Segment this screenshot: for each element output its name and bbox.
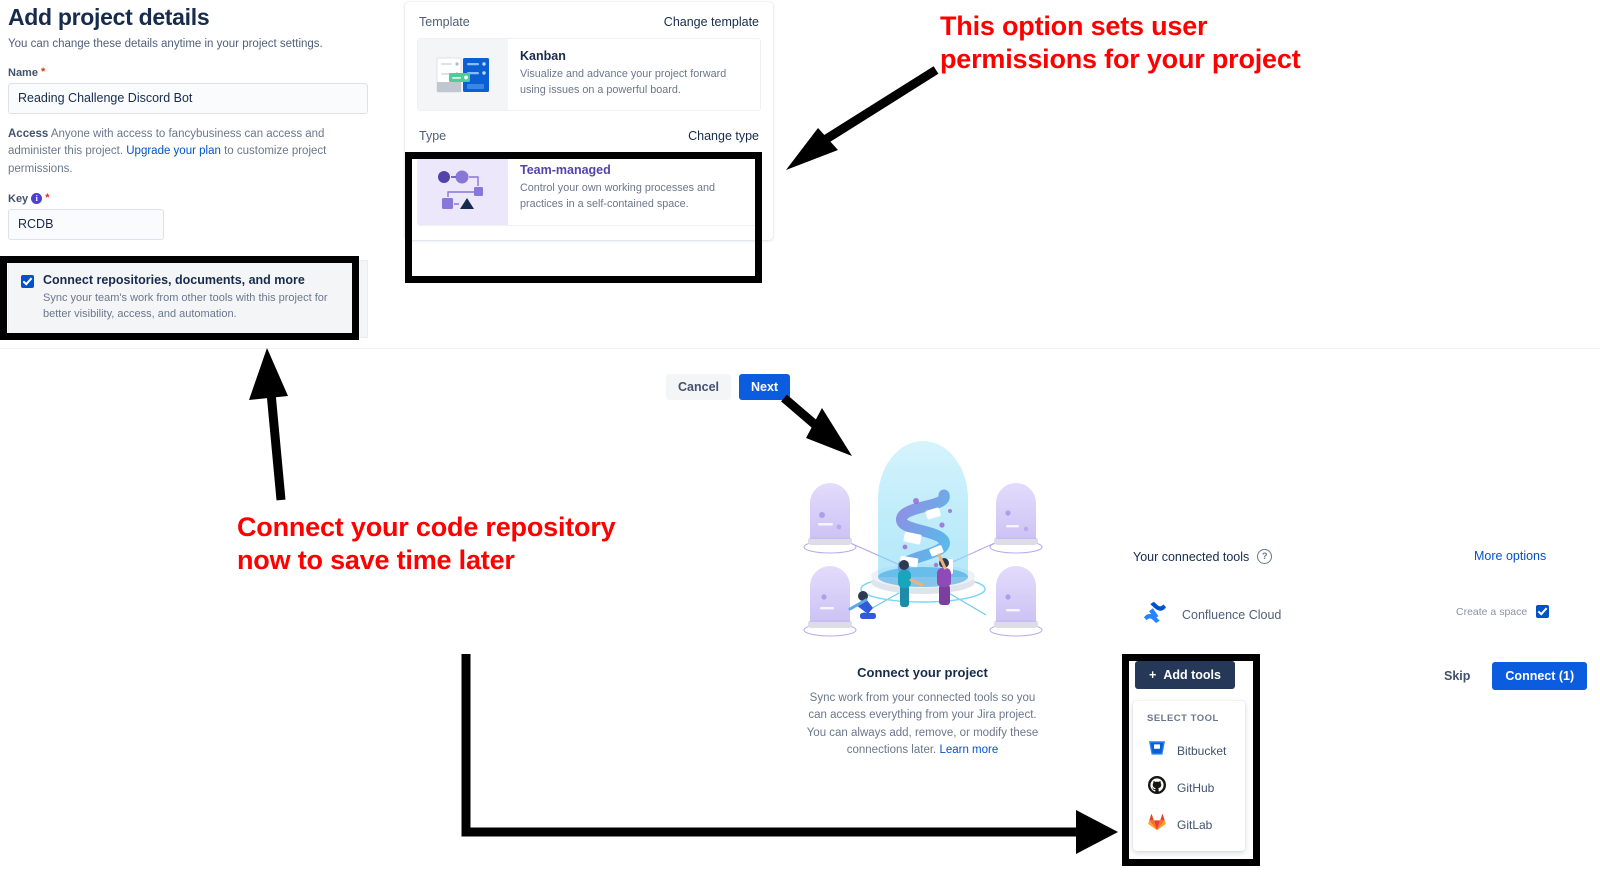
learn-more-link[interactable]: Learn more — [939, 744, 998, 756]
create-space-checkbox[interactable] — [1536, 605, 1550, 618]
name-field-label: Name * — [8, 67, 368, 79]
connect-repositories-option[interactable]: Connect repositories, documents, and mor… — [8, 259, 368, 338]
project-name-input[interactable] — [8, 82, 368, 114]
key-label-text: Key — [8, 192, 29, 205]
type-section-label: Type — [419, 129, 447, 144]
connect-button[interactable]: Connect (1) — [1492, 662, 1588, 690]
connect-repositories-description: Sync your team's work from other tools w… — [43, 291, 328, 320]
type-card-title: Team-managed — [520, 163, 611, 178]
plus-icon: + — [1149, 668, 1157, 682]
menu-item-github[interactable]: GitHub — [1133, 769, 1245, 806]
confluence-icon — [1142, 600, 1168, 629]
required-asterisk: * — [40, 66, 46, 79]
menu-item-label: GitLab — [1177, 817, 1213, 832]
template-card-title: Kanban — [520, 49, 566, 63]
page-title: Add project details — [8, 4, 210, 30]
project-details-form: Add project details You can change these… — [8, 4, 368, 338]
kanban-board-icon — [418, 39, 508, 111]
template-card[interactable]: Kanban Visualize and advance your projec… — [417, 38, 761, 112]
skip-button[interactable]: Skip — [1432, 663, 1482, 689]
menu-item-gitlab[interactable]: GitLab — [1133, 806, 1245, 843]
required-asterisk: * — [45, 192, 50, 205]
cancel-button[interactable]: Cancel — [666, 374, 731, 400]
create-space-label: Create a space — [1456, 605, 1528, 618]
template-section-label: Template — [419, 15, 470, 29]
type-card[interactable]: Team-managed Control your own working pr… — [417, 152, 761, 226]
select-tool-menu: SELECT TOOL Bitbucket GitHub GitLab — [1133, 701, 1245, 851]
question-mark-icon[interactable]: ? — [1257, 549, 1273, 564]
template-card-description: Visualize and advance your project forwa… — [520, 68, 727, 96]
connect-project-body: Sync work from your connected tools so y… — [805, 690, 1040, 759]
template-section-header: Template Change template — [405, 2, 773, 38]
next-button[interactable]: Next — [739, 374, 791, 400]
connected-tool-row: Confluence Cloud — [1142, 600, 1281, 629]
type-card-description: Control your own working processes and p… — [520, 182, 716, 210]
arrow-to-connect-repositories — [249, 348, 288, 501]
type-section-header: Type Change type — [405, 125, 773, 152]
workflow-nodes-icon — [418, 153, 508, 225]
arrow-to-type-section — [786, 66, 939, 170]
create-space-option[interactable]: Create a space — [1456, 605, 1550, 618]
info-icon[interactable]: i — [31, 193, 43, 205]
name-label-text: Name — [8, 66, 38, 79]
project-key-input[interactable] — [8, 208, 164, 240]
connected-tool-name: Confluence Cloud — [1182, 607, 1282, 622]
access-label: Access — [8, 127, 49, 140]
tools-actions: Skip Connect (1) — [1432, 662, 1588, 690]
access-note: Access Anyone with access to fancybusine… — [8, 126, 368, 179]
add-tools-container: + Add tools — [1135, 661, 1235, 689]
connect-project-copy: Connect your project Sync work from your… — [805, 665, 1040, 759]
add-tools-label: Add tools — [1163, 668, 1221, 682]
upgrade-plan-link[interactable]: Upgrade your plan — [126, 145, 221, 157]
add-tools-button[interactable]: + Add tools — [1135, 661, 1235, 689]
connected-tools-label: Your connected tools — [1133, 549, 1250, 564]
bitbucket-icon — [1147, 738, 1167, 763]
connect-project-title: Connect your project — [857, 665, 988, 680]
github-icon — [1147, 775, 1167, 800]
more-options-link[interactable]: More options — [1474, 549, 1546, 563]
page-subtitle: You can change these details anytime in … — [8, 38, 323, 51]
connect-tools-illustration — [800, 437, 1045, 637]
change-type-link[interactable]: Change type — [688, 129, 759, 143]
connect-repositories-title: Connect repositories, documents, and mor… — [43, 272, 305, 287]
form-actions: Cancel Next — [666, 374, 791, 400]
gitlab-icon — [1147, 812, 1167, 837]
annotation-text-repository: Connect your code repository now to save… — [237, 512, 616, 575]
connected-tools-heading: Your connected tools ? — [1133, 549, 1273, 564]
menu-item-label: GitHub — [1177, 780, 1215, 795]
menu-item-label: Bitbucket — [1177, 743, 1227, 758]
menu-item-bitbucket[interactable]: Bitbucket — [1133, 732, 1245, 769]
annotation-text-permissions: This option sets user permissions for yo… — [940, 11, 1301, 74]
select-tool-heading: SELECT TOOL — [1147, 713, 1219, 724]
change-template-link[interactable]: Change template — [664, 15, 759, 29]
connect-repositories-checkbox[interactable] — [21, 274, 34, 288]
key-field-label: Key i * — [8, 193, 368, 205]
connect-project-body-text: Sync work from your connected tools so y… — [806, 692, 1039, 756]
project-summary-panel: Template Change template Kanban Visualiz… — [405, 2, 773, 240]
section-divider — [0, 348, 1600, 349]
